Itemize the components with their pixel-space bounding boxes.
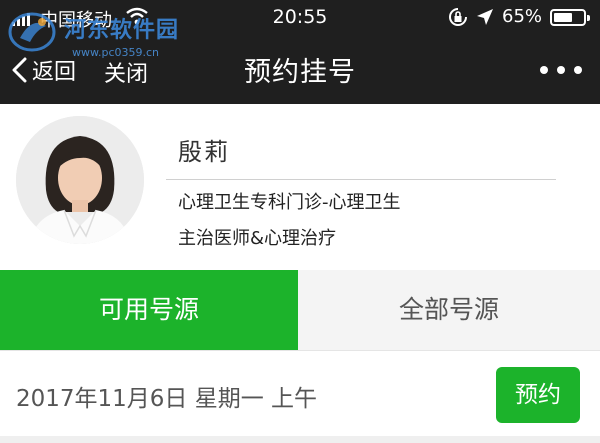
dot-icon xyxy=(574,66,582,74)
top-bar: 中国移动 20:55 65% 河东软件园 www.pc0359.cn 返回 关闭… xyxy=(0,0,600,104)
nav-bar: 返回 关闭 预约挂号 xyxy=(0,44,600,100)
doctor-avatar xyxy=(16,116,144,244)
doctor-portrait xyxy=(16,116,144,244)
divider xyxy=(166,179,556,180)
book-button[interactable]: 预约 xyxy=(496,367,580,423)
battery-icon xyxy=(550,9,590,26)
location-arrow-icon xyxy=(477,9,493,25)
schedule-row: 2017年11月6日 星期一 上午 预约 xyxy=(0,350,600,436)
doctor-name: 殷莉 xyxy=(178,138,230,166)
source-tabs: 可用号源 全部号源 xyxy=(0,270,600,350)
status-bar: 中国移动 20:55 65% xyxy=(0,0,600,36)
doctor-card: 殷莉 心理卫生专科门诊-心理卫生 主治医师&心理治疗 xyxy=(0,104,600,270)
dot-icon xyxy=(540,66,548,74)
dot-icon xyxy=(557,66,565,74)
doctor-department: 心理卫生专科门诊-心理卫生 xyxy=(178,192,401,213)
page-title: 预约挂号 xyxy=(244,57,356,88)
tab-available[interactable]: 可用号源 xyxy=(0,270,298,350)
rotation-lock-icon xyxy=(449,8,467,26)
divider xyxy=(0,436,600,443)
battery-percent: 65% xyxy=(502,6,543,27)
schedule-date: 2017年11月6日 星期一 上午 xyxy=(16,386,318,412)
tab-all[interactable]: 全部号源 xyxy=(298,270,600,350)
more-options-button[interactable] xyxy=(540,66,582,76)
doctor-title: 主治医师&心理治疗 xyxy=(178,228,337,249)
